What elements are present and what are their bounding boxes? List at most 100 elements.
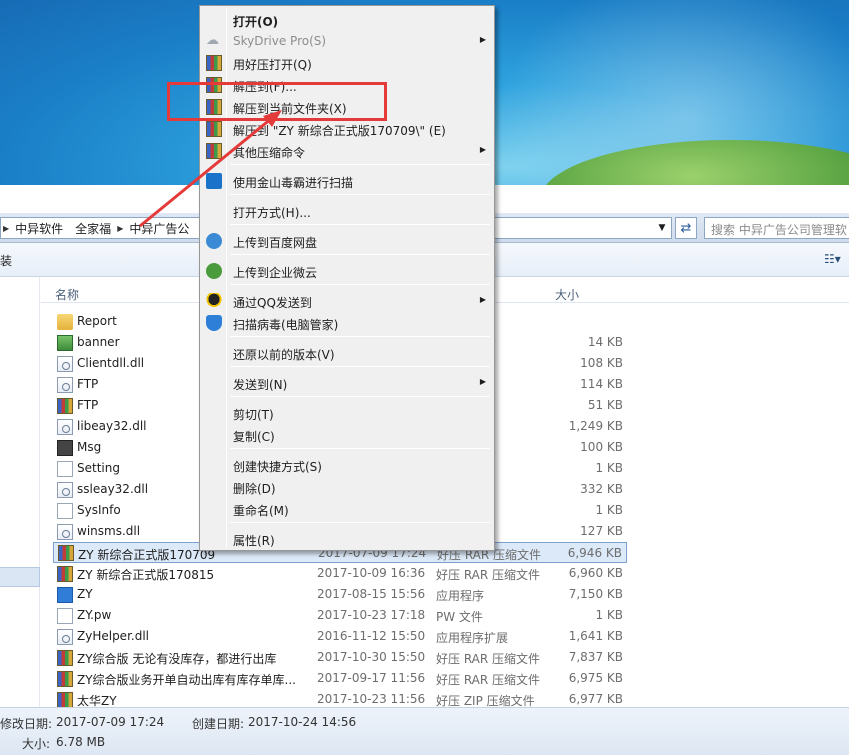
dll-icon xyxy=(57,355,73,372)
msg-icon xyxy=(57,439,73,456)
menu-item-label: 其他压缩命令 xyxy=(233,146,306,160)
breadcrumb-item[interactable]: 中异广告公 xyxy=(123,220,195,237)
pc-manager-icon xyxy=(206,315,222,331)
menu-item-label: 属性(R) xyxy=(233,534,275,548)
menu-item-open[interactable]: 打开(O) xyxy=(202,9,492,31)
file-name: libeay32.dll xyxy=(77,419,147,433)
file-size: 1 KB xyxy=(595,608,623,622)
file-size: 127 KB xyxy=(580,524,623,538)
menu-item-label: 剪切(T) xyxy=(233,408,274,422)
menu-item-upload-baidu[interactable]: 上传到百度网盘 xyxy=(202,230,492,252)
rar-icon xyxy=(57,397,73,414)
rar-icon xyxy=(57,649,73,666)
menu-item-restore-versions[interactable]: 还原以前的版本(V) xyxy=(202,342,492,364)
file-name: FTP xyxy=(77,377,99,391)
file-size: 6,975 KB xyxy=(568,671,623,685)
menu-item-label: 打开(O) xyxy=(233,15,279,29)
chevron-down-icon[interactable]: ▼ xyxy=(652,217,672,239)
haozip-icon xyxy=(206,121,222,137)
file-name: banner xyxy=(77,335,120,349)
file-name: ZY 新综合正式版170815 xyxy=(77,568,215,582)
menu-item-open-with-haozip[interactable]: 用好压打开(Q) xyxy=(202,52,492,74)
column-header-name[interactable]: 名称 xyxy=(55,286,79,303)
menu-item-label: 删除(D) xyxy=(233,482,276,496)
table-row[interactable]: ZY.pw 2017-10-23 17:18 PW 文件 1 KB xyxy=(53,605,627,626)
menu-item-send-to[interactable]: 发送到(N) ▶ xyxy=(202,372,492,394)
skydrive-icon: ☁ xyxy=(206,33,219,48)
search-input[interactable]: 搜索 中异广告公司管理软 xyxy=(704,217,849,239)
menu-item-send-qq[interactable]: 通过QQ发送到 ▶ xyxy=(202,290,492,312)
settings-icon xyxy=(57,460,73,477)
view-options-icon[interactable]: ☷▾ xyxy=(824,252,841,266)
file-date: 2017-10-23 11:56 xyxy=(317,692,426,706)
menu-item-label: 使用金山毒霸进行扫描 xyxy=(233,176,354,190)
menu-item-label: SkyDrive Pro(S) xyxy=(233,34,327,48)
toolbar-organize-button[interactable]: 装 xyxy=(0,252,12,269)
menu-item-extract-to-folder[interactable]: 解压到 "ZY 新综合正式版170709\" (E) xyxy=(202,118,492,140)
kingsoft-icon xyxy=(206,173,222,189)
menu-item-other-compress[interactable]: 其他压缩命令 ▶ xyxy=(202,140,492,162)
details-pane: 修改日期: 2017-07-09 17:24 创建日期: 2017-10-24 … xyxy=(0,707,849,755)
table-row[interactable]: ZyHelper.dll 2016-11-12 15:50 应用程序扩展 1,641 … xyxy=(53,626,627,647)
menu-item-label: 用好压打开(Q) xyxy=(233,58,312,72)
file-date: 2016-11-12 15:50 xyxy=(317,629,426,643)
menu-separator xyxy=(230,254,490,255)
menu-item-open-with[interactable]: 打开方式(H)... xyxy=(202,200,492,222)
menu-item-create-shortcut[interactable]: 创建快捷方式(S) xyxy=(202,454,492,476)
menu-item-rename[interactable]: 重命名(M) xyxy=(202,498,492,520)
file-name: winsms.dll xyxy=(77,524,141,538)
file-size: 108 KB xyxy=(580,356,623,370)
dll-icon xyxy=(57,481,73,498)
menu-separator xyxy=(230,396,490,397)
baidu-cloud-icon xyxy=(206,233,222,249)
file-size: 6,977 KB xyxy=(568,692,623,706)
dll-icon xyxy=(57,628,73,645)
file-size: 7,837 KB xyxy=(568,650,623,664)
submenu-arrow-icon: ▶ xyxy=(479,295,486,304)
menu-separator xyxy=(230,448,490,449)
breadcrumb-item[interactable]: 中异软件 xyxy=(9,220,69,237)
submenu-arrow-icon: ▶ xyxy=(479,145,486,154)
breadcrumb-item[interactable]: 全家福 xyxy=(69,220,117,237)
menu-item-upload-weiyun[interactable]: 上传到企业微云 xyxy=(202,260,492,282)
size-label: 大小: xyxy=(22,737,51,751)
column-header-size[interactable]: 大小 xyxy=(555,286,579,303)
file-name: ZY xyxy=(77,587,93,601)
file-name: ssleay32.dll xyxy=(77,482,149,496)
menu-item-properties[interactable]: 属性(R) xyxy=(202,528,492,550)
menu-item-delete[interactable]: 删除(D) xyxy=(202,476,492,498)
qq-icon xyxy=(206,293,222,309)
menu-item-kingsoft-scan[interactable]: 使用金山毒霸进行扫描 xyxy=(202,170,492,192)
table-row[interactable]: ZY 新综合正式版170815 2017-10-09 16:36 好压 RAR 压缩… xyxy=(53,563,627,584)
file-size: 114 KB xyxy=(580,377,623,391)
table-row[interactable]: ZY 2017-08-15 15:56 应用程序 7,150 KB xyxy=(53,584,627,605)
nav-selected-item[interactable] xyxy=(0,567,40,587)
menu-item-skydrive[interactable]: ☁ SkyDrive Pro(S) ▶ xyxy=(202,30,492,52)
file-date: 2017-09-17 11:56 xyxy=(317,671,426,685)
file-type: 应用程序 xyxy=(436,589,485,603)
file-size: 6,960 KB xyxy=(568,566,623,580)
rar-icon xyxy=(57,691,73,708)
file-type: 好压 RAR 压缩文件 xyxy=(436,673,541,687)
table-row[interactable]: ZY综合版 无论有没库存，都进行出库 2017-10-30 15:50 好压 RAR… xyxy=(53,647,627,668)
menu-item-virus-scan[interactable]: 扫描病毒(电脑管家) xyxy=(202,312,492,334)
menu-item-cut[interactable]: 剪切(T) xyxy=(202,402,492,424)
submenu-arrow-icon: ▶ xyxy=(479,35,486,44)
file-date: 2017-08-15 15:56 xyxy=(317,587,426,601)
file-size: 1,249 KB xyxy=(568,419,623,433)
menu-item-label: 上传到企业微云 xyxy=(233,266,318,280)
menu-separator xyxy=(230,366,490,367)
file-name: Report xyxy=(77,314,117,328)
menu-item-label: 扫描病毒(电脑管家) xyxy=(233,318,339,332)
file-type: 好压 RAR 压缩文件 xyxy=(436,652,541,666)
file-size: 1 KB xyxy=(595,503,623,517)
file-name: FTP xyxy=(77,398,99,412)
file-name: ZY综合版 无论有没库存，都进行出库 xyxy=(77,652,277,666)
menu-separator xyxy=(230,194,490,195)
file-size: 1 KB xyxy=(595,461,623,475)
refresh-icon[interactable]: ⇄ xyxy=(675,217,697,239)
file-size: 100 KB xyxy=(580,440,623,454)
modified-label: 修改日期: xyxy=(0,717,53,731)
table-row[interactable]: ZY综合版业务开单自动出库有库存单库... 2017-09-17 11:56 好压 … xyxy=(53,668,627,689)
menu-item-copy[interactable]: 复制(C) xyxy=(202,424,492,446)
